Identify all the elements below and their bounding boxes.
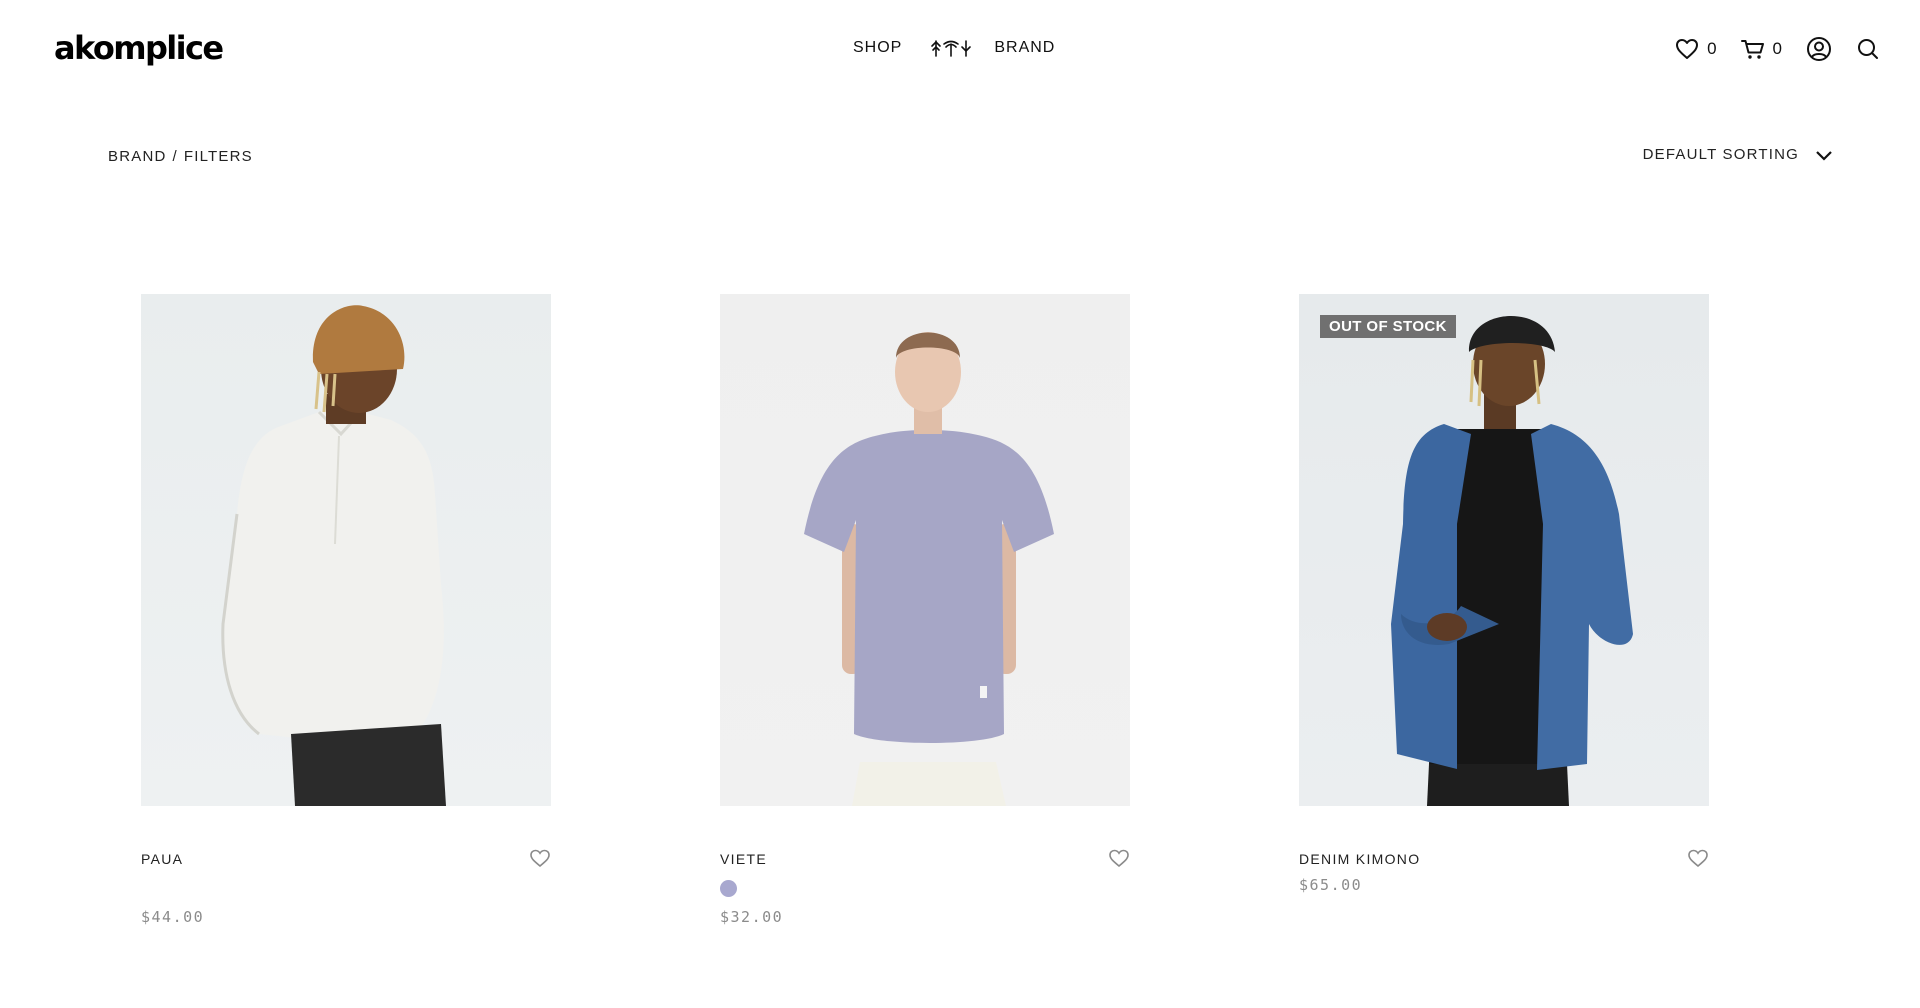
nav-brand[interactable]: BRAND <box>994 38 1055 58</box>
wishlist-button[interactable]: 0 <box>1675 38 1717 60</box>
breadcrumb-separator: / <box>172 148 178 165</box>
product-card: VIETE $32.00 <box>720 294 1130 950</box>
cart-icon <box>1740 40 1764 59</box>
account-button[interactable] <box>1806 36 1832 62</box>
breadcrumb-brand[interactable]: BRAND <box>108 148 167 165</box>
product-card: PAUA $44.00 <box>141 294 551 950</box>
cart-button[interactable]: 0 <box>1740 38 1782 60</box>
filters-toggle[interactable]: FILTERS <box>184 148 253 165</box>
product-photo-shirt <box>221 305 446 806</box>
sorting-dropdown[interactable]: DEFAULT SORTING <box>1643 146 1833 163</box>
product-price: $44.00 <box>141 908 205 926</box>
product-price: $65.00 <box>1299 876 1363 894</box>
heart-icon <box>1676 39 1699 59</box>
search-icon <box>1858 39 1878 59</box>
product-photo-kimono <box>1391 315 1633 806</box>
nav-shop[interactable]: SHOP <box>853 38 902 58</box>
heart-icon[interactable] <box>529 848 551 868</box>
breadcrumb: BRAND / FILTERS <box>108 148 253 165</box>
brand-logo[interactable]: akomplice <box>54 28 224 68</box>
product-card: OUT OF STOCK DENIM KIMONO $65.00 <box>1299 294 1709 950</box>
product-name[interactable]: DENIM KIMONO <box>1299 850 1420 868</box>
product-name[interactable]: VIETE <box>720 850 767 868</box>
heart-icon[interactable] <box>1108 848 1130 868</box>
search-button[interactable] <box>1856 37 1880 61</box>
product-photo-tee <box>804 332 1054 806</box>
product-info: VIETE $32.00 <box>720 848 1130 950</box>
chevron-down-icon <box>1816 150 1832 161</box>
product-info: PAUA $44.00 <box>141 848 551 950</box>
product-info: DENIM KIMONO $65.00 <box>1299 848 1709 950</box>
out-of-stock-badge: OUT OF STOCK <box>1320 315 1456 338</box>
site-header: akomplice SHOP BRAND 0 0 <box>0 0 1920 98</box>
product-image[interactable]: OUT OF STOCK <box>1299 294 1709 806</box>
main-nav: SHOP BRAND <box>853 38 1055 58</box>
product-image[interactable] <box>141 294 551 806</box>
product-price: $32.00 <box>720 908 784 926</box>
user-icon <box>1807 37 1831 61</box>
wishlist-count: 0 <box>1707 39 1717 58</box>
product-name[interactable]: PAUA <box>141 850 183 868</box>
heart-icon[interactable] <box>1687 848 1709 868</box>
product-image[interactable] <box>720 294 1130 806</box>
sorting-label: DEFAULT SORTING <box>1642 146 1799 163</box>
color-swatch-lavender[interactable] <box>720 880 737 897</box>
cart-count: 0 <box>1772 39 1782 58</box>
header-actions: 0 0 <box>1651 36 1880 62</box>
palm-trees-icon[interactable] <box>930 38 972 58</box>
